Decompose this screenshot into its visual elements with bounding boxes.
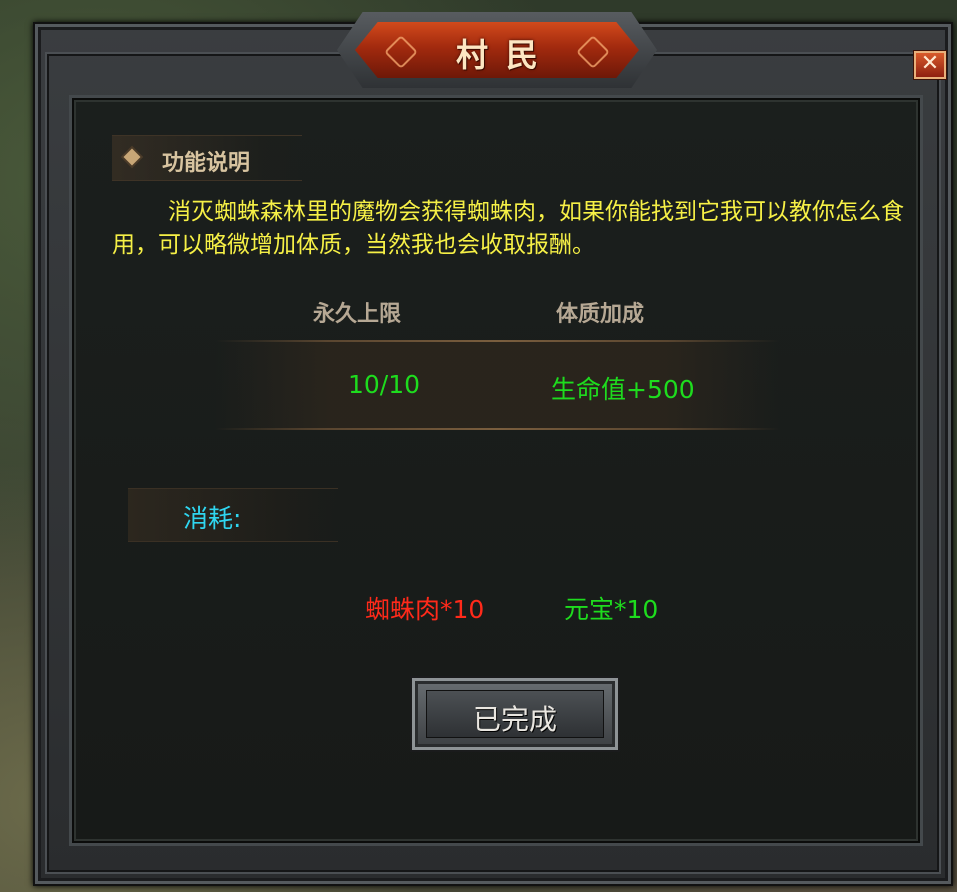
dialog-title: 村民 [455, 36, 556, 74]
table-divider-bottom [215, 428, 780, 430]
permanent-limit-value: 10/10 [348, 370, 421, 399]
close-button[interactable]: ✕ [913, 50, 947, 80]
cost-label: 消耗: [183, 504, 242, 533]
close-icon: ✕ [920, 51, 940, 76]
cost-header: 消耗: [128, 488, 338, 542]
completed-button[interactable]: 已完成 [410, 676, 620, 752]
header-constitution-bonus: 体质加成 [556, 302, 645, 327]
cost-item-yuanbao: 元宝*10 [564, 595, 659, 624]
constitution-bonus-value: 生命值+500 [551, 375, 695, 404]
cost-item-spider-meat: 蜘蛛肉*10 [365, 595, 485, 624]
title-plate: 村民 [337, 12, 657, 88]
section-header: 功能说明 [112, 135, 302, 181]
completed-button-label: 已完成 [472, 703, 557, 736]
diamond-icon [123, 148, 141, 166]
function-description: 消灭蜘蛛森林里的魔物会获得蜘蛛肉，如果你能找到它我可以教你怎么食用，可以略微增加… [112, 199, 904, 258]
header-permanent-limit: 永久上限 [313, 302, 402, 327]
section-title: 功能说明 [162, 151, 251, 176]
table-row [215, 342, 780, 430]
